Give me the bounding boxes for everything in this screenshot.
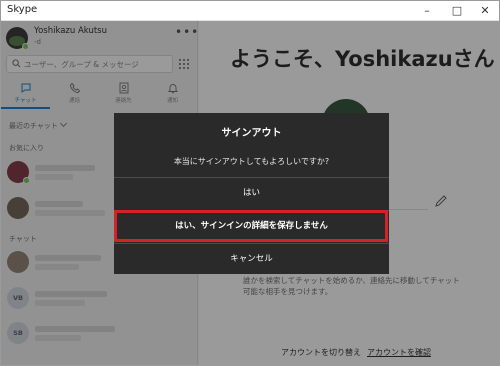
window-title: Skype <box>7 4 38 15</box>
close-button[interactable]: ✕ <box>471 1 499 21</box>
title-bar: Skype – □ ✕ <box>1 1 499 21</box>
dialog-message: 本当にサインアウトしてもよろしいですか? <box>173 157 330 166</box>
highlight-box <box>114 210 388 242</box>
minimize-button[interactable]: – <box>413 1 441 21</box>
dialog-title: サインアウト <box>221 128 282 139</box>
skype-window: Skype – □ ✕ Yoshikazu Akutsu -d ••• ユーザー… <box>0 0 500 366</box>
yes-button[interactable]: はい <box>114 177 389 209</box>
sign-out-dialog: サインアウト 本当にサインアウトしてもよろしいですか? はい はい、サインインの… <box>114 113 389 274</box>
cancel-button[interactable]: キャンセル <box>114 243 389 275</box>
maximize-button[interactable]: □ <box>443 1 471 21</box>
